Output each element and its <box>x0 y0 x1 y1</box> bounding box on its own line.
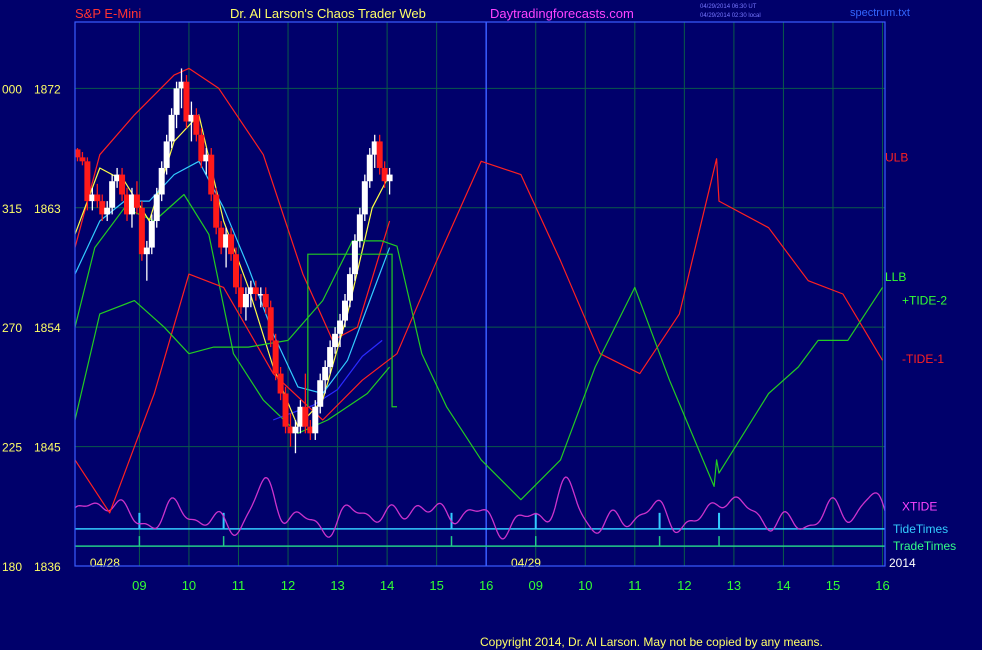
price-bar-body <box>356 214 363 241</box>
price-bar-body <box>242 294 249 308</box>
date-label: 04/28 <box>90 556 120 570</box>
price-bar-body <box>104 207 111 215</box>
x-tick-label: 09 <box>132 578 146 593</box>
chart-frame <box>74 21 886 567</box>
y-tick-code: 225 <box>2 441 22 455</box>
price-bar-body <box>267 307 274 341</box>
legend-ulb: ULB <box>885 150 908 164</box>
y-tick-price: 1845 <box>34 441 61 455</box>
legend-tidetimes: TideTimes <box>893 522 948 536</box>
price-bar-body <box>346 274 353 301</box>
site-label: Daytradingforecasts.com <box>490 6 634 21</box>
price-bar-body <box>252 287 259 294</box>
xtide-line <box>74 476 886 540</box>
legend--tide-2: +TIDE-2 <box>902 294 947 308</box>
price-bar-body <box>228 234 235 255</box>
price-bar-body <box>79 157 86 162</box>
price-chart: S&P E-Mini Dr. Al Larson's Chaos Trader … <box>2 4 956 649</box>
price-bar-body <box>327 347 334 367</box>
y-tick-price: 1836 <box>34 560 61 574</box>
x-tick-label: 10 <box>578 578 592 593</box>
price-bar-body <box>109 181 116 208</box>
price-bar-body <box>386 174 393 182</box>
x-tick-label: 16 <box>479 578 493 593</box>
price-bar-body <box>317 380 324 407</box>
x-tick-label: 11 <box>628 578 642 593</box>
date-label: 04/29 <box>511 556 541 570</box>
price-bar-body <box>133 194 140 208</box>
x-tick-label: 10 <box>182 578 196 593</box>
series--tide-1 <box>74 158 884 514</box>
timestamp-line2: 04/29/2014 02:30 local <box>700 13 761 19</box>
x-tick-label: 15 <box>429 578 443 593</box>
price-bar-body <box>213 194 220 228</box>
price-bar-body <box>193 114 200 135</box>
price-bars <box>74 68 393 454</box>
price-bar-body <box>366 154 373 182</box>
x-tick-label: 14 <box>776 578 790 593</box>
price-bar-body <box>143 247 150 255</box>
y-tick-price: 1863 <box>34 202 61 216</box>
y-tick-code: 270 <box>2 321 22 335</box>
x-tick-label: 15 <box>826 578 840 593</box>
price-bar-body <box>351 240 358 275</box>
legend--tide-1: -TIDE-1 <box>902 352 944 366</box>
price-bar-body <box>173 88 180 115</box>
price-bar-body <box>322 366 329 381</box>
symbol-label: S&P E-Mini <box>75 6 141 21</box>
x-tick-label: 12 <box>677 578 691 593</box>
price-bar-body <box>119 174 126 195</box>
price-bar-body <box>148 221 155 248</box>
chart-title: Dr. Al Larson's Chaos Trader Web <box>230 6 426 21</box>
copyright-text: Copyright 2014, Dr. Al Larson. May not b… <box>480 635 823 649</box>
x-tick-label: 16 <box>875 578 889 593</box>
x-tick-label: 13 <box>330 578 344 593</box>
price-bar-body <box>332 333 339 348</box>
y-tick-code: 315 <box>2 202 22 216</box>
price-bar-body <box>138 207 145 255</box>
price-bar-body <box>94 194 101 202</box>
legend-tradetimes: TradeTimes <box>893 539 956 553</box>
price-bar-body <box>208 154 215 195</box>
x-axis: 09 10 11 12 13 14 15 16 09 10 11 12 13 14 15 16 04/28 04/… <box>90 556 916 593</box>
price-bar-body <box>312 406 319 434</box>
price-bar-body <box>282 393 289 427</box>
price-bar-body <box>361 181 368 215</box>
tide-times-panel <box>74 476 886 547</box>
x-tick-label: 13 <box>727 578 741 593</box>
y-tick-code: 180 <box>2 560 22 574</box>
price-bar-body <box>376 141 383 168</box>
y-tick-code: 000 <box>2 82 22 96</box>
price-bar-body <box>233 254 240 288</box>
y-tick-price: 1872 <box>34 82 61 96</box>
legend: ULB LLB +TIDE-2 -TIDE-1 XTIDE TideTimes TradeT… <box>885 150 956 553</box>
price-bar-body <box>163 141 170 168</box>
price-bar-body <box>153 194 160 222</box>
chart-grid <box>75 22 885 567</box>
series-ma-fast <box>74 114 391 428</box>
price-bar-body <box>277 373 284 394</box>
price-bar-body <box>262 294 269 308</box>
x-tick-label: 11 <box>232 578 246 593</box>
price-bar-body <box>342 300 348 321</box>
year-label: 2014 <box>889 556 916 570</box>
filename-label: spectrum.txt <box>850 7 910 19</box>
price-bar-body <box>337 320 344 334</box>
price-bar-body <box>168 114 175 142</box>
x-tick-label: 12 <box>281 578 295 593</box>
price-bar-body <box>292 426 299 434</box>
price-bar-body <box>158 167 165 195</box>
price-bar-body <box>272 340 279 374</box>
series--tide-2 <box>74 240 884 501</box>
series-ulb <box>74 67 391 341</box>
y-tick-price: 1854 <box>34 321 61 335</box>
price-bar-body <box>302 406 309 427</box>
y-axis: 000 1872 315 1863 270 1854 225 1845 180 1836 <box>2 82 61 574</box>
x-tick-label: 09 <box>528 578 542 593</box>
legend-xtide: XTIDE <box>902 499 937 513</box>
x-tick-label: 14 <box>380 578 394 593</box>
timestamp-line1: 04/29/2014 06:30 UT <box>700 4 757 10</box>
legend-llb: LLB <box>885 270 906 284</box>
